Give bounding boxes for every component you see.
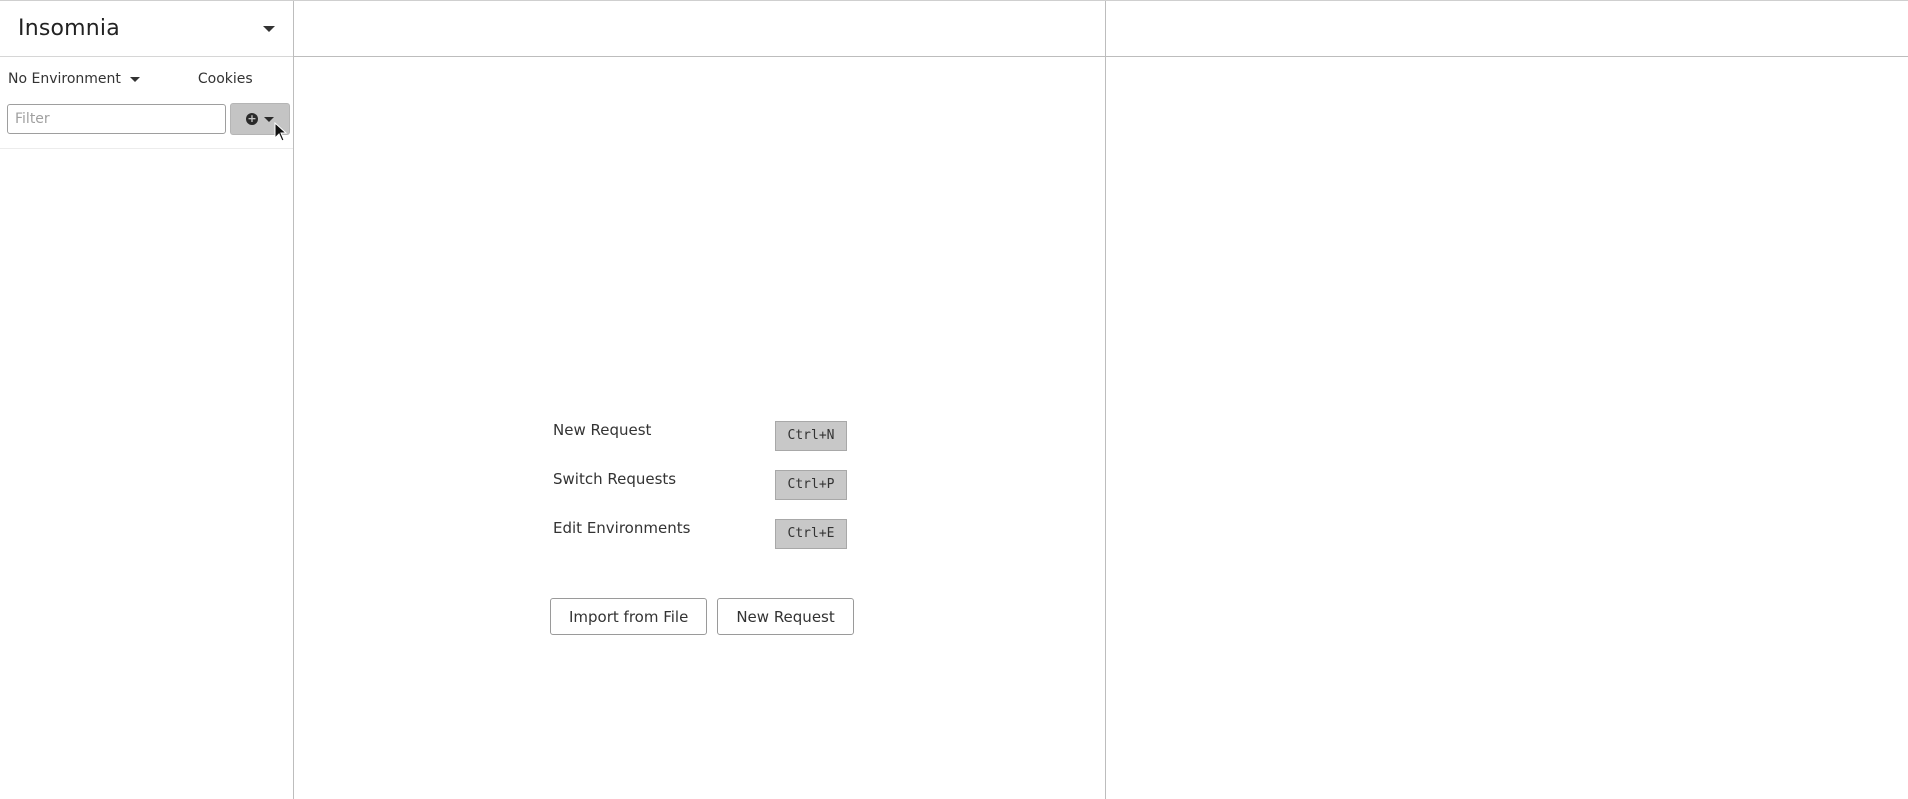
workspace-dropdown[interactable]: Insomnia	[0, 1, 293, 57]
shortcut-row: Edit Environments Ctrl+E	[553, 509, 873, 558]
shortcut-key: Ctrl+P	[775, 469, 847, 500]
environment-selector[interactable]: No Environment	[8, 71, 140, 87]
chevron-down-icon	[264, 116, 274, 122]
sidebar: Insomnia No Environment Cookies +	[0, 1, 294, 799]
workspace-title: Insomnia	[18, 16, 120, 41]
shortcut-label: Edit Environments	[553, 518, 691, 537]
shortcut-label: New Request	[553, 420, 652, 439]
response-pane-header	[1106, 1, 1908, 57]
shortcut-key: Ctrl+E	[775, 518, 847, 549]
empty-state-actions: Import from File New Request	[550, 598, 873, 635]
app-window: Insomnia No Environment Cookies + New Re…	[0, 0, 1908, 799]
mouse-cursor-icon	[274, 122, 288, 142]
cookies-button[interactable]: Cookies	[198, 71, 253, 87]
environment-row: No Environment Cookies	[0, 57, 293, 101]
request-pane: New Request Ctrl+N Switch Requests Ctrl+…	[294, 1, 1106, 799]
shortcut-row: New Request Ctrl+N	[553, 411, 873, 460]
shortcut-row: Switch Requests Ctrl+P	[553, 460, 873, 509]
filter-row: +	[0, 101, 293, 149]
shortcut-key: Ctrl+N	[775, 420, 847, 451]
filter-input[interactable]	[7, 104, 226, 134]
chevron-down-icon	[129, 76, 140, 82]
shortcut-label: Switch Requests	[553, 469, 677, 488]
response-pane	[1106, 1, 1908, 799]
empty-state: New Request Ctrl+N Switch Requests Ctrl+…	[550, 411, 873, 635]
request-pane-header	[294, 1, 1105, 57]
plus-circle-icon: +	[246, 112, 258, 125]
chevron-down-icon	[263, 25, 275, 32]
new-request-button[interactable]: New Request	[717, 598, 854, 635]
environment-label: No Environment	[8, 71, 121, 87]
import-from-file-button[interactable]: Import from File	[550, 598, 708, 635]
